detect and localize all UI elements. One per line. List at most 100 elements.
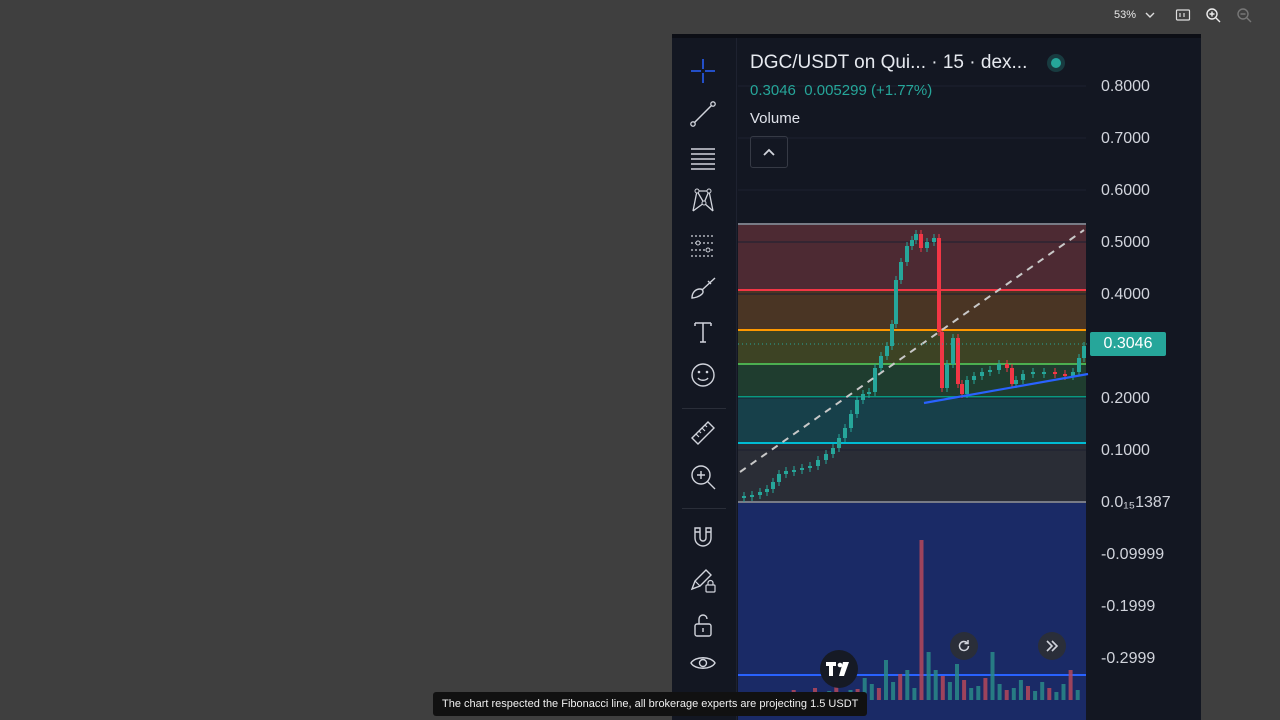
trading-chart-screenshot: DGC/USDT on Qui... · 15 · dex... 0.3046 … — [672, 34, 1201, 720]
tradingview-logo[interactable] — [820, 650, 858, 688]
eye-tool-button[interactable] — [686, 646, 720, 680]
text-tool-button[interactable] — [686, 315, 720, 349]
zoom-in-icon[interactable] — [1205, 7, 1221, 23]
fib-retracement-icon — [691, 148, 715, 170]
smiley-icon — [691, 363, 715, 387]
volume-bar — [905, 670, 910, 700]
lock-drawing-tool-button[interactable] — [686, 563, 720, 597]
reset-chart-button[interactable] — [950, 632, 978, 660]
candle-body — [808, 466, 812, 468]
ruler-tool-button[interactable] — [686, 416, 720, 450]
actual-size-icon[interactable] — [1175, 7, 1191, 23]
volume-bar — [898, 674, 903, 700]
candle-body — [792, 470, 796, 472]
last-price: 0.3046 — [750, 82, 796, 99]
volume-bar — [1068, 670, 1073, 700]
brush-tool-button[interactable] — [686, 271, 720, 305]
zoom-level[interactable]: 53% — [1114, 9, 1136, 21]
fib-zone — [738, 224, 1086, 290]
chevron-down-icon[interactable] — [1142, 7, 1158, 23]
zoom-in-icon — [691, 465, 716, 490]
axis-tick: 0.1000 — [1101, 442, 1150, 459]
chart-pane[interactable]: DGC/USDT on Qui... · 15 · dex... 0.3046 … — [738, 38, 1201, 720]
trend-line-tool-button[interactable] — [686, 97, 720, 131]
scroll-to-latest-button[interactable] — [1038, 632, 1066, 660]
candle-body — [1077, 358, 1081, 372]
candle-body — [1014, 380, 1018, 384]
axis-tick: 0.0₁₅1387 — [1101, 494, 1171, 511]
candle-body — [855, 400, 859, 414]
candle-body — [885, 346, 889, 356]
crosshair-tool-button[interactable] — [686, 54, 720, 88]
axis-tick: 0.6000 — [1101, 182, 1150, 199]
candle-body — [925, 242, 929, 248]
candle-body — [988, 370, 992, 372]
candle-body — [940, 332, 944, 388]
candle-body — [919, 234, 923, 248]
volume-bar — [990, 652, 995, 700]
volume-bar — [933, 670, 938, 700]
volume-bar — [947, 682, 952, 700]
pencil-lock-icon — [690, 569, 716, 593]
candle-body — [879, 356, 883, 368]
magnet-icon — [694, 527, 712, 547]
price-change: 0.005299 (+1.77%) — [804, 82, 933, 99]
unlock-tool-button[interactable] — [686, 608, 720, 642]
volume-bar — [1054, 692, 1059, 700]
candle-body — [894, 280, 898, 324]
candle-body — [972, 376, 976, 380]
volume-bar — [969, 688, 974, 700]
brush-icon — [691, 277, 716, 299]
candle-body — [837, 438, 841, 448]
video-caption: The chart respected the Fibonacci line, … — [433, 692, 868, 716]
candle-body — [843, 428, 847, 438]
collapse-legend-button[interactable] — [750, 136, 788, 168]
trend-line-icon — [690, 101, 716, 127]
fib-zone — [738, 397, 1086, 443]
candle-body — [1082, 346, 1086, 358]
volume-bar — [1033, 691, 1038, 700]
volume-bar — [1061, 684, 1066, 700]
candle-body — [1021, 374, 1025, 380]
axis-tick: 0.4000 — [1101, 286, 1150, 303]
axis-tick: -0.2999 — [1101, 650, 1156, 667]
volume-bar — [1075, 690, 1080, 700]
symbol-title[interactable]: DGC/USDT on Qui... · 15 · dex... — [750, 52, 1027, 74]
forecast-tool-button[interactable] — [686, 228, 720, 262]
candle-body — [861, 394, 865, 400]
candle-body — [980, 372, 984, 376]
fib-zone — [738, 443, 1086, 502]
candle-body — [960, 384, 964, 394]
candle-body — [784, 471, 788, 474]
volume-bar — [1026, 686, 1030, 700]
volume-bar — [1047, 688, 1052, 700]
toolbar-divider — [682, 408, 726, 409]
refresh-icon — [958, 640, 970, 652]
unlock-icon — [694, 614, 712, 637]
fib-zone — [738, 330, 1086, 364]
pattern-icon — [692, 188, 714, 212]
pattern-tool-button[interactable] — [686, 184, 720, 218]
candle-body — [937, 238, 941, 332]
axis-tick: 0.7000 — [1101, 130, 1150, 147]
volume-bar — [919, 540, 924, 700]
volume-bar — [1011, 688, 1016, 700]
eye-icon — [690, 657, 716, 669]
volume-bar — [884, 660, 888, 700]
candle-body — [956, 338, 960, 384]
magnet-tool-button[interactable] — [686, 520, 720, 554]
candle-body — [951, 338, 955, 364]
text-icon — [694, 322, 712, 343]
candle-body — [910, 240, 914, 246]
fib-zone — [738, 364, 1086, 397]
emoji-tool-button[interactable] — [686, 358, 720, 392]
chevron-up-icon — [763, 148, 775, 156]
fib-zone — [738, 502, 1086, 720]
fib-retracement-tool-button[interactable] — [686, 141, 720, 175]
zoom-out-icon[interactable] — [1236, 7, 1252, 23]
zoom-tool-button[interactable] — [686, 460, 720, 494]
volume-legend[interactable]: Volume — [750, 110, 800, 127]
forecast-icon — [691, 235, 715, 257]
tradingview-logo-icon — [826, 662, 849, 676]
candle-body — [890, 324, 894, 346]
